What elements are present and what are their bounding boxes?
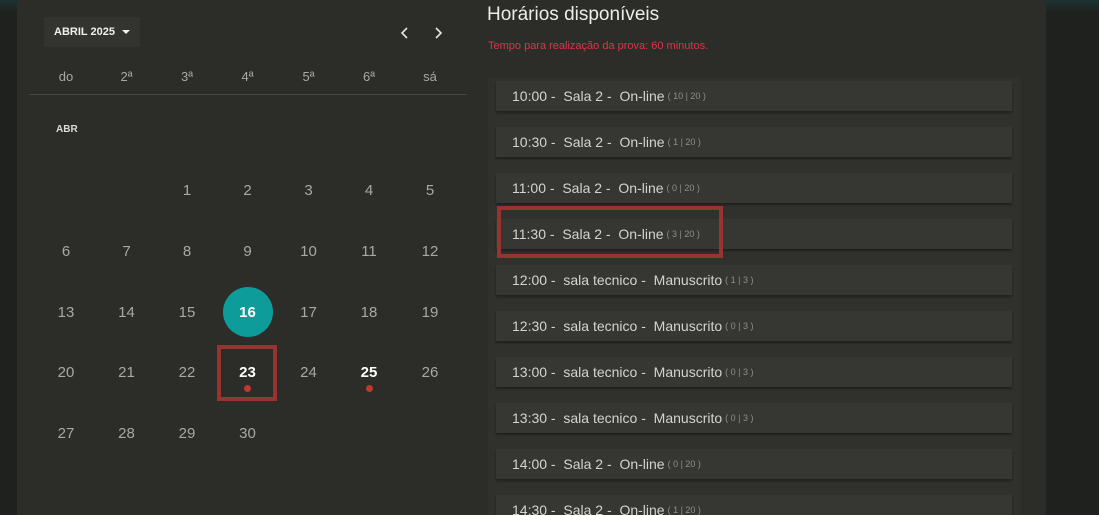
calendar-day[interactable]: 10 [284, 226, 334, 276]
calendar-day[interactable]: 18 [344, 287, 394, 337]
slot-room: sala tecnico [563, 318, 638, 334]
slot-time: 11:00 [512, 180, 546, 196]
time-slot[interactable]: 14:30 - Sala 2 - On-line( 1 | 20 ) [496, 495, 1012, 515]
calendar-day[interactable]: 8 [162, 226, 212, 276]
slot-time: 14:00 [512, 456, 548, 472]
slot-time: 13:30 [512, 410, 548, 426]
calendar-day[interactable]: 11 [344, 226, 394, 276]
calendar-day[interactable]: 13 [41, 287, 91, 337]
time-slot[interactable]: 12:00 - sala tecnico - Manuscrito( 1 | 3… [496, 265, 1012, 295]
slot-time: 12:00 [512, 272, 548, 288]
slot-capacity: ( 0 | 20 ) [666, 183, 700, 193]
time-slot[interactable]: 11:00 - Sala 2 - On-line( 0 | 20 ) [496, 173, 1012, 203]
time-slot[interactable]: 13:30 - sala tecnico - Manuscrito( 0 | 3… [496, 403, 1012, 433]
slot-mode: Manuscrito [653, 364, 723, 380]
slot-room: Sala 2 [563, 88, 604, 104]
time-slot[interactable]: 10:00 - Sala 2 - On-line( 10 | 20 ) [496, 81, 1012, 111]
slot-capacity: ( 0 | 3 ) [725, 413, 754, 423]
calendar-day[interactable]: 4 [344, 165, 394, 215]
weekday-header-row: do 2ª 3ª 4ª 5ª 6ª sá [36, 69, 466, 87]
calendar-day[interactable]: 22 [162, 347, 212, 397]
slot-room: Sala 2 [563, 456, 604, 472]
calendar-day[interactable]: 17 [284, 287, 334, 337]
calendar-day[interactable]: 21 [102, 347, 152, 397]
slot-mode: Manuscrito [653, 410, 723, 426]
calendar-day[interactable]: 26 [405, 347, 455, 397]
calendar-day[interactable]: 12 [405, 226, 455, 276]
available-times-title: Horários disponíveis [487, 4, 660, 25]
weekday-label: sá [423, 69, 437, 84]
slot-capacity: ( 0 | 3 ) [725, 367, 754, 377]
calendar-day[interactable]: 20 [41, 347, 91, 397]
slot-capacity: ( 1 | 20 ) [667, 137, 701, 147]
weekday-label: 5ª [302, 69, 315, 84]
slot-room: sala tecnico [563, 272, 638, 288]
slot-mode: On-line [619, 88, 665, 104]
slot-capacity: ( 1 | 3 ) [725, 275, 754, 285]
calendar-day[interactable]: 28 [102, 408, 152, 458]
slot-time: 12:30 [512, 318, 548, 334]
slot-capacity: ( 1 | 20 ) [667, 505, 701, 515]
calendar-day[interactable]: 6 [41, 226, 91, 276]
weekday-label: 2ª [120, 69, 133, 84]
slot-mode: On-line [619, 502, 665, 515]
slot-mode: Manuscrito [653, 318, 723, 334]
slot-capacity: ( 0 | 20 ) [667, 459, 701, 469]
weekday-label: do [58, 69, 74, 84]
calendar-day[interactable]: 30 [223, 408, 273, 458]
calendar-day[interactable]: 15 [162, 287, 212, 337]
next-month-button[interactable] [427, 22, 449, 44]
slot-mode: On-line [618, 180, 664, 196]
calendar-day[interactable]: 16 [222, 287, 273, 337]
chevron-right-icon [435, 27, 443, 39]
month-selector-button[interactable]: ABRIL 2025 [44, 17, 140, 47]
time-slot[interactable]: 13:00 - sala tecnico - Manuscrito( 0 | 3… [496, 357, 1012, 387]
slot-capacity: ( 10 | 20 ) [667, 91, 706, 101]
slot-room: Sala 2 [563, 502, 604, 515]
calendar-day[interactable]: 27 [41, 408, 91, 458]
slot-room: Sala 2 [562, 180, 603, 196]
chevron-left-icon [400, 27, 408, 39]
weekday-label: 3ª [180, 69, 194, 84]
slot-time: 13:00 [512, 364, 548, 380]
calendar-day[interactable]: 3 [284, 165, 334, 215]
calendar-divider [29, 94, 467, 95]
slot-time: 10:00 [512, 88, 548, 104]
calendar-day[interactable]: 9 [223, 226, 273, 276]
day-highlight-box [216, 345, 277, 401]
slot-room: sala tecnico [563, 410, 638, 426]
time-slot[interactable]: 14:00 - Sala 2 - On-line( 0 | 20 ) [496, 449, 1012, 479]
slot-time: 14:30 [512, 502, 548, 515]
calendar-day[interactable]: 5 [405, 165, 455, 215]
calendar-day[interactable]: 1 [162, 165, 212, 215]
time-slot[interactable]: 12:30 - sala tecnico - Manuscrito( 0 | 3… [496, 311, 1012, 341]
calendar-day[interactable]: 2 [223, 165, 273, 215]
slot-mode: On-line [619, 134, 665, 150]
slot-time: 10:30 [512, 134, 548, 150]
previous-month-button[interactable] [394, 22, 416, 44]
month-selector-label: ABRIL 2025 [54, 26, 115, 38]
slot-mode: Manuscrito [653, 272, 723, 288]
month-label: ABR [56, 124, 78, 135]
time-slot[interactable]: 10:30 - Sala 2 - On-line( 1 | 20 ) [496, 127, 1012, 157]
weekday-label: 4ª [241, 69, 254, 84]
slot-highlight-box [497, 206, 723, 258]
calendar-day[interactable]: 14 [102, 287, 152, 337]
slot-mode: On-line [619, 456, 665, 472]
availability-dot-icon [365, 385, 373, 392]
calendar-day[interactable]: 7 [102, 226, 152, 276]
calendar-day[interactable]: 19 [405, 287, 455, 337]
calendar-day[interactable]: 24 [284, 347, 334, 397]
slot-room: Sala 2 [563, 134, 604, 150]
caret-down-icon [121, 30, 130, 34]
slot-capacity: ( 0 | 3 ) [725, 321, 754, 331]
time-slot-list: 10:00 - Sala 2 - On-line( 10 | 20 ) 10:30… [488, 77, 1021, 515]
weekday-label: 6ª [362, 69, 376, 84]
slot-room: sala tecnico [563, 364, 638, 380]
exam-duration-note: Tempo para realização da prova: 60 minut… [488, 40, 709, 52]
calendar-day[interactable]: 29 [162, 408, 212, 458]
